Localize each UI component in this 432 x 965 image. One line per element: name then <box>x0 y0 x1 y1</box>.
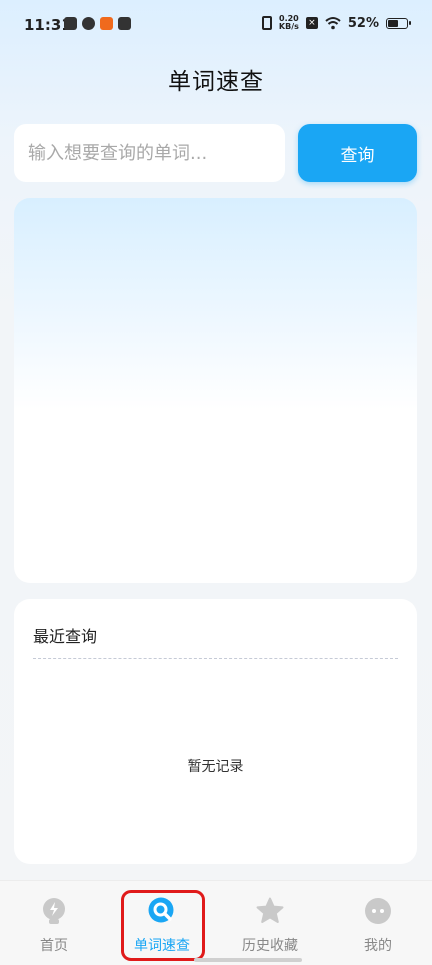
bottom-nav: 首页 单词速查 历史收藏 我的 <box>0 880 432 965</box>
search-input[interactable] <box>14 124 285 182</box>
sim-off-icon: × <box>305 17 318 29</box>
battery-icon <box>386 17 411 29</box>
nav-label-favorites: 历史收藏 <box>242 938 298 954</box>
notification-icons <box>64 17 131 30</box>
nav-label-profile: 我的 <box>364 938 392 954</box>
app-notification-icon <box>64 17 77 30</box>
search-button[interactable]: 查询 <box>298 124 417 182</box>
status-bar: 11:31 0.20 KB/s × 52% <box>0 0 432 50</box>
wifi-icon <box>325 17 341 30</box>
empty-state-text: 暂无记录 <box>187 759 244 775</box>
face-icon <box>365 898 391 924</box>
nav-label-home: 首页 <box>40 938 68 954</box>
network-speed-unit: KB/s <box>278 22 299 31</box>
recent-queries-card: 最近查询 暂无记录 <box>14 599 417 864</box>
battery-percent: 52% <box>347 15 379 31</box>
vibrate-icon <box>261 16 272 30</box>
highlight-box <box>121 890 205 961</box>
taobao-notification-icon <box>100 17 113 30</box>
home-indicator <box>194 958 302 962</box>
nav-item-profile[interactable]: 我的 <box>324 881 432 965</box>
leaf-notification-icon <box>82 17 95 30</box>
nav-item-favorites[interactable]: 历史收藏 <box>216 881 324 965</box>
divider <box>33 658 398 659</box>
result-card <box>14 198 417 583</box>
lightbulb-icon <box>43 898 65 924</box>
message-notification-icon <box>118 17 131 30</box>
nav-item-home[interactable]: 首页 <box>0 881 108 965</box>
page-title: 单词速查 <box>168 69 264 95</box>
recent-queries-title: 最近查询 <box>33 627 98 646</box>
search-box <box>14 124 285 182</box>
network-speed: 0.20 KB/s <box>279 15 299 31</box>
star-icon <box>256 897 284 923</box>
